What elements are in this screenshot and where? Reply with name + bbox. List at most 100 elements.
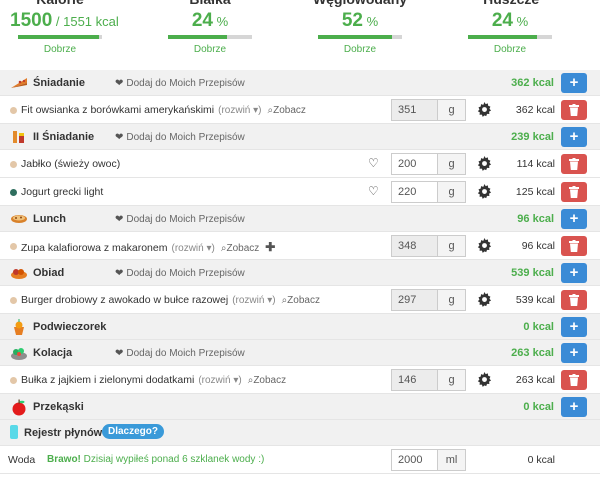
settings-gear-icon[interactable]	[477, 102, 492, 120]
stat-progress-fill	[318, 35, 392, 39]
expand-toggle[interactable]: (rozwiń ▾)	[218, 105, 261, 116]
stat-label: Węglowodany	[310, 0, 410, 7]
expand-label: (rozwiń	[198, 375, 231, 386]
meal-row-0: Śniadanie ❤ Dodaj do Moich Przepisów 362 kc…	[0, 70, 600, 96]
add-to-favorites-label: Dodaj do Moich Przepisów	[126, 348, 245, 359]
stat-unit: %	[512, 14, 529, 29]
add-to-favorites-link[interactable]: ❤ Dodaj do Moich Przepisów	[115, 268, 245, 279]
settings-gear-icon[interactable]	[477, 372, 492, 390]
stat-value: 24 %	[160, 10, 260, 33]
heart-icon: ❤	[115, 348, 124, 359]
add-food-button[interactable]: +	[561, 73, 587, 93]
food-item-name[interactable]: Bułka z jajkiem i zielonymi dodatkami	[21, 374, 194, 386]
favorite-heart-icon[interactable]: ♡	[368, 184, 379, 198]
food-item[interactable]: Bułka z jajkiem i zielonymi dodatkami (ro…	[21, 374, 286, 386]
unit-label: g	[438, 99, 466, 121]
quantity-input[interactable]: 348	[391, 235, 438, 257]
food-item-kcal: 539 kcal	[515, 294, 555, 306]
view-link[interactable]: ⌕Zobacz	[268, 105, 306, 116]
food-item[interactable]: Fit owsianka z borówkami amerykańskimi (r…	[21, 104, 306, 116]
why-badge[interactable]: Dlaczego?	[102, 424, 165, 439]
food-item-row: Jogurt grecki light ♡ 220 g 125 kcal	[0, 178, 600, 206]
expand-toggle[interactable]: (rozwiń ▾)	[232, 295, 275, 306]
food-item[interactable]: Jogurt grecki light	[21, 186, 103, 198]
delete-button[interactable]	[561, 290, 587, 310]
quantity-input[interactable]: 146	[391, 369, 438, 391]
delete-button[interactable]	[561, 236, 587, 256]
heart-icon: ❤	[115, 78, 124, 89]
stat-status: Dobrze	[43, 44, 77, 55]
delete-button[interactable]	[561, 154, 587, 174]
view-label: Zobacz	[253, 375, 287, 386]
water-message: Brawo! Dzisiaj wypiłeś ponad 6 szklanek …	[47, 454, 264, 465]
view-label: Zobacz	[287, 295, 320, 306]
water-quantity-input[interactable]: 2000	[391, 449, 438, 471]
food-item-row: Zupa kalafiorowa z makaronem (rozwiń ▾) ⌕Z…	[0, 232, 600, 260]
stat-label: Tłuszcze	[460, 0, 560, 7]
settings-gear-icon[interactable]	[477, 292, 492, 310]
food-item[interactable]: Jabłko (świeży owoc)	[21, 158, 120, 170]
settings-gear-icon[interactable]	[477, 156, 492, 174]
food-item-name[interactable]: Burger drobiowy z awokado w bułce razowe…	[21, 294, 228, 306]
expand-toggle[interactable]: (rozwiń ▾)	[198, 375, 241, 386]
view-label: Zobacz	[226, 243, 260, 254]
water-row: Woda Brawo! Dzisiaj wypiłeś ponad 6 szkla…	[0, 446, 600, 474]
view-link[interactable]: ⌕Zobacz	[248, 375, 286, 386]
add-to-favorites-label: Dodaj do Moich Przepisów	[126, 132, 245, 143]
food-item-name[interactable]: Jabłko (świeży owoc)	[21, 158, 120, 170]
fluids-header-row: Rejestr płynów Dlaczego?	[0, 420, 600, 446]
add-to-favorites-link[interactable]: ❤ Dodaj do Moich Przepisów	[115, 78, 245, 89]
settings-gear-icon[interactable]	[477, 184, 492, 202]
stat-progress-bar	[18, 35, 102, 39]
food-item-name[interactable]: Jogurt grecki light	[21, 186, 103, 198]
food-item[interactable]: Zupa kalafiorowa z makaronem (rozwiń ▾) ⌕Z…	[21, 240, 275, 254]
stat-status: Dobrze	[493, 44, 527, 55]
expand-toggle[interactable]: (rozwiń ▾)	[171, 243, 214, 254]
delete-button[interactable]	[561, 182, 587, 202]
quantity-input[interactable]: 220	[391, 181, 438, 203]
add-food-button[interactable]: +	[561, 317, 587, 337]
meal-row-5: Kolacja ❤ Dodaj do Moich Przepisów 263 kcal…	[0, 340, 600, 366]
add-food-button[interactable]: +	[561, 127, 587, 147]
add-to-favorites-link[interactable]: ❤ Dodaj do Moich Przepisów	[115, 348, 245, 359]
meal-name: Obiad	[33, 267, 65, 279]
move-icon[interactable]: ✚	[265, 240, 275, 254]
add-to-favorites-label: Dodaj do Moich Przepisów	[126, 78, 245, 89]
add-food-button[interactable]: +	[561, 343, 587, 363]
food-item[interactable]: Burger drobiowy z awokado w bułce razowe…	[21, 294, 320, 306]
meal-name: II Śniadanie	[33, 131, 95, 143]
stat-number: 24	[491, 10, 513, 31]
expand-label: (rozwiń	[171, 243, 204, 254]
stat-label: Białka	[160, 0, 260, 7]
pizza-slice-icon	[10, 74, 28, 92]
favorite-heart-icon[interactable]: ♡	[368, 156, 379, 170]
food-item-name[interactable]: Fit owsianka z borówkami amerykańskimi	[21, 104, 214, 116]
food-item-kcal: 362 kcal	[515, 104, 555, 116]
food-item-row: Burger drobiowy z awokado w bułce razowe…	[0, 286, 600, 314]
quantity-input[interactable]: 297	[391, 289, 438, 311]
quantity-input[interactable]: 351	[391, 99, 438, 121]
category-dot-icon	[10, 243, 17, 250]
add-food-button[interactable]: +	[561, 263, 587, 283]
water-message-bold: Brawo!	[47, 454, 81, 465]
delete-button[interactable]	[561, 370, 587, 390]
view-link[interactable]: ⌕Zobacz	[282, 295, 320, 306]
meal-name: Śniadanie	[33, 77, 85, 89]
add-food-button[interactable]: +	[561, 209, 587, 229]
settings-gear-icon[interactable]	[477, 238, 492, 256]
add-to-favorites-link[interactable]: ❤ Dodaj do Moich Przepisów	[115, 132, 245, 143]
add-to-favorites-link[interactable]: ❤ Dodaj do Moich Przepisów	[115, 214, 245, 225]
unit-label: g	[438, 235, 466, 257]
meal-name: Kolacja	[33, 347, 73, 359]
quantity-input[interactable]: 200	[391, 153, 438, 175]
food-item-kcal: 96 kcal	[521, 240, 555, 252]
add-food-button[interactable]: +	[561, 397, 587, 417]
food-item-name[interactable]: Zupa kalafiorowa z makaronem	[21, 242, 167, 254]
delete-button[interactable]	[561, 100, 587, 120]
stat-1: Kalorie 1500 / 1551 kcal Dobrze	[10, 0, 119, 56]
category-dot-icon	[10, 189, 17, 196]
stat-4: Tłuszcze 24 % Dobrze	[460, 0, 560, 56]
fluids-label: Rejestr płynów	[24, 427, 103, 439]
view-link[interactable]: ⌕Zobacz	[221, 243, 259, 254]
water-message-text: Dzisiaj wypiłeś ponad 6 szklanek wody :)	[80, 454, 265, 465]
